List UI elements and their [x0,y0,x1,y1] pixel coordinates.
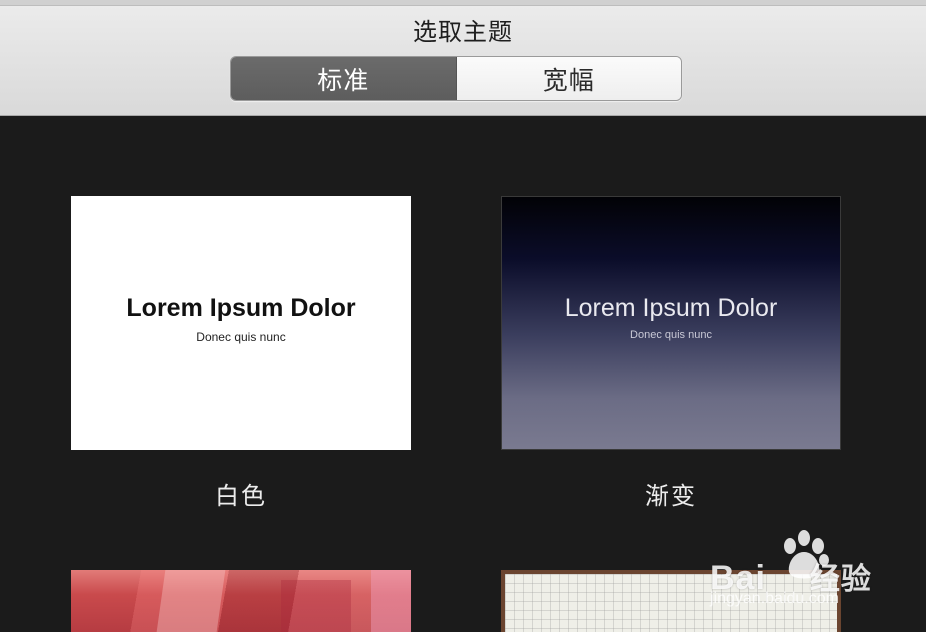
thumbnail-texture [281,580,351,632]
theme-chooser-header: 选取主题 标准 宽幅 [0,0,926,116]
segment-standard[interactable]: 标准 [231,57,457,100]
theme-red-watercolor-thumbnail[interactable] [71,570,411,632]
theme-white-thumbnail[interactable]: Lorem Ipsum Dolor Donec quis nunc [71,196,411,450]
thumbnail-texture [371,570,411,632]
theme-gradient-thumbnail[interactable]: Lorem Ipsum Dolor Donec quis nunc [501,196,841,450]
theme-gradient-label[interactable]: 渐变 [501,476,841,511]
window-top-edge [0,0,926,6]
baidu-jingyan-watermark: Bai 经验 jingyan.baidu.com [700,528,920,618]
page-title: 选取主题 [413,18,513,46]
thumbnail-title: Lorem Ipsum Dolor [126,294,356,322]
thumbnail-title: Lorem Ipsum Dolor [564,294,778,322]
thumbnail-subtitle: Donec quis nunc [630,329,712,341]
aspect-ratio-segmented-control: 标准 宽幅 [230,56,682,101]
theme-chooser-window: 选取主题 标准 宽幅 Lorem Ipsum Dolor Donec quis … [0,0,926,632]
theme-white-label[interactable]: 白色 [71,476,411,511]
segment-widescreen[interactable]: 宽幅 [456,57,681,100]
watermark-url: jingyan.baidu.com [710,590,839,607]
thumbnail-texture [156,570,226,632]
thumbnail-subtitle: Donec quis nunc [196,330,286,344]
